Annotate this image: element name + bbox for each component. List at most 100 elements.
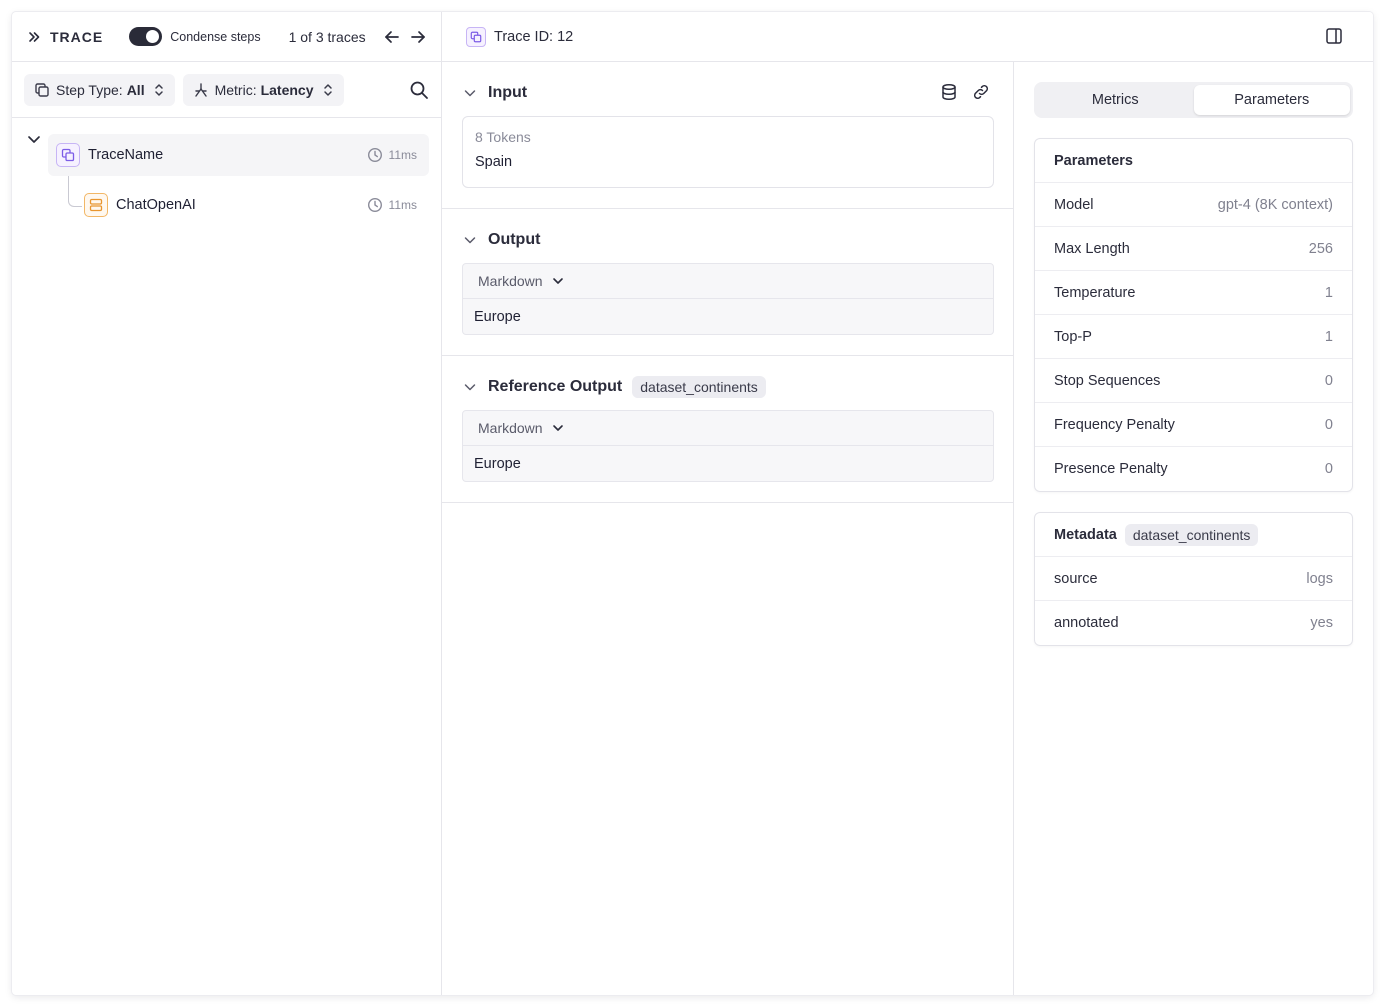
param-key: Top-P (1054, 328, 1092, 345)
format-dropdown[interactable]: Markdown (463, 264, 993, 299)
format-label: Markdown (478, 273, 543, 289)
run-sections: Input 8 Tokens Spain Output Markdown Eur… (442, 62, 1014, 503)
chevron-down-icon[interactable] (26, 131, 42, 147)
section-title: Output (488, 231, 541, 248)
node-name: TraceName (88, 147, 164, 163)
step-type-label: Step Type: (56, 81, 123, 98)
chain-icon (466, 26, 486, 47)
input-header: Input (462, 80, 994, 106)
param-row: Model gpt-4 (8K context) (1035, 183, 1352, 227)
node-latency: 11ms (367, 147, 417, 163)
chevron-down-icon[interactable] (462, 232, 478, 248)
tab-parameters[interactable]: Parameters (1193, 85, 1350, 115)
reference-header: Reference Output dataset_continents (462, 374, 994, 400)
panel-right-icon[interactable] (1325, 27, 1345, 47)
clock-icon (367, 197, 382, 213)
metadata-value: yes (1310, 615, 1333, 631)
arrow-left-icon[interactable] (382, 27, 402, 47)
chevron-down-icon[interactable] (462, 85, 478, 101)
param-row: Frequency Penalty 0 (1035, 403, 1352, 447)
metadata-value: logs (1306, 570, 1333, 587)
reference-box: Markdown Europe (462, 410, 994, 482)
details-sidebar: Metrics Parameters Parameters Model gpt-4… (1014, 62, 1373, 995)
tree-node-child[interactable]: ChatOpenAI 11ms (76, 184, 429, 226)
param-value: 1 (1324, 284, 1333, 301)
step-type-value: All (126, 81, 145, 98)
trace-count: 1 of 3 traces (288, 28, 366, 45)
condense-steps-toggle[interactable] (129, 27, 163, 46)
dataset-tag[interactable]: dataset_continents (632, 376, 766, 398)
reference-value: Europe (474, 455, 521, 472)
input-value: Spain (475, 154, 513, 170)
run-header: Trace ID: 12 (442, 12, 1373, 62)
tree-node-root[interactable]: TraceName 11ms (48, 134, 429, 176)
param-key: Stop Sequences (1054, 372, 1161, 389)
trace-tree-pane: TRACE Condense steps 1 of 3 traces Step … (12, 12, 442, 995)
token-count: 8 Tokens (475, 129, 531, 145)
chevron-up-down-icon (153, 83, 165, 97)
param-value: gpt-4 (8K context) (1217, 196, 1333, 213)
step-type-filter[interactable]: Step Type: All (24, 73, 175, 106)
chevron-down-icon (552, 278, 563, 284)
param-row: Presence Penalty 0 (1035, 447, 1352, 491)
trace-window: TRACE Condense steps 1 of 3 traces Step … (12, 12, 1373, 995)
metric-filter[interactable]: Metric: Latency (182, 73, 344, 106)
link-icon[interactable] (972, 83, 992, 103)
trace-header: TRACE Condense steps 1 of 3 traces (12, 12, 441, 62)
param-row: Max Length 256 (1035, 227, 1352, 271)
arrow-right-icon[interactable] (408, 27, 428, 47)
condense-steps-label: Condense steps (170, 29, 261, 44)
format-label: Markdown (478, 420, 543, 436)
metadata-key: annotated (1054, 615, 1119, 631)
layers-icon (34, 82, 50, 98)
reference-output-section: Reference Output dataset_continents Mark… (442, 356, 1014, 503)
output-value: Europe (474, 308, 521, 325)
param-key: Temperature (1054, 284, 1136, 301)
format-dropdown[interactable]: Markdown (463, 411, 993, 446)
input-box: 8 Tokens Spain (462, 116, 994, 188)
metadata-header: Metadata dataset_continents (1035, 513, 1352, 557)
param-row: Top-P 1 (1035, 315, 1352, 359)
node-latency: 11ms (367, 197, 417, 213)
section-title: Reference Output (488, 378, 623, 395)
metric-label: Metric: (214, 81, 257, 98)
search-icon[interactable] (409, 80, 429, 100)
double-chevron-right-icon[interactable] (26, 29, 42, 45)
database-icon[interactable] (940, 83, 960, 103)
param-value: 0 (1324, 461, 1333, 477)
section-title: Input (488, 84, 528, 101)
param-key: Frequency Penalty (1054, 416, 1175, 433)
param-key: Max Length (1054, 240, 1130, 257)
param-value: 1 (1324, 328, 1333, 345)
param-key: Model (1054, 196, 1094, 213)
metric-value: Latency (260, 81, 314, 98)
node-name: ChatOpenAI (116, 197, 196, 213)
clock-icon (367, 147, 382, 163)
tab-metrics[interactable]: Metrics (1037, 85, 1194, 115)
metric-icon (193, 82, 209, 98)
param-value: 0 (1324, 372, 1333, 389)
output-header: Output (462, 227, 994, 253)
card-title: Parameters (1035, 139, 1352, 183)
metadata-row: annotated yes (1035, 601, 1352, 645)
card-title: Metadata (1054, 526, 1117, 543)
dataset-tag[interactable]: dataset_continents (1124, 523, 1259, 546)
toggle-knob (146, 30, 160, 43)
trace-tree: TraceName 11ms ChatOpenAI 11ms (12, 118, 441, 226)
trace-id: Trace ID: 12 (494, 28, 574, 45)
llm-icon (84, 193, 108, 217)
param-value: 256 (1308, 240, 1333, 257)
latency-value: 11ms (388, 148, 417, 162)
param-key: Presence Penalty (1054, 461, 1168, 477)
param-row: Temperature 1 (1035, 271, 1352, 315)
parameters-card: Parameters Model gpt-4 (8K context) Max L… (1034, 138, 1353, 492)
chain-icon (56, 143, 80, 167)
trace-title: TRACE (50, 28, 104, 45)
output-section: Output Markdown Europe (442, 209, 1014, 356)
param-value: 0 (1324, 416, 1333, 433)
metadata-card: Metadata dataset_continents source logs a… (1034, 512, 1353, 646)
run-detail-pane: Trace ID: 12 Input 8 Tokens Spain Output… (442, 12, 1373, 995)
chevron-down-icon[interactable] (462, 379, 478, 395)
details-tabs: Metrics Parameters (1034, 82, 1353, 118)
input-section: Input 8 Tokens Spain (442, 62, 1014, 209)
